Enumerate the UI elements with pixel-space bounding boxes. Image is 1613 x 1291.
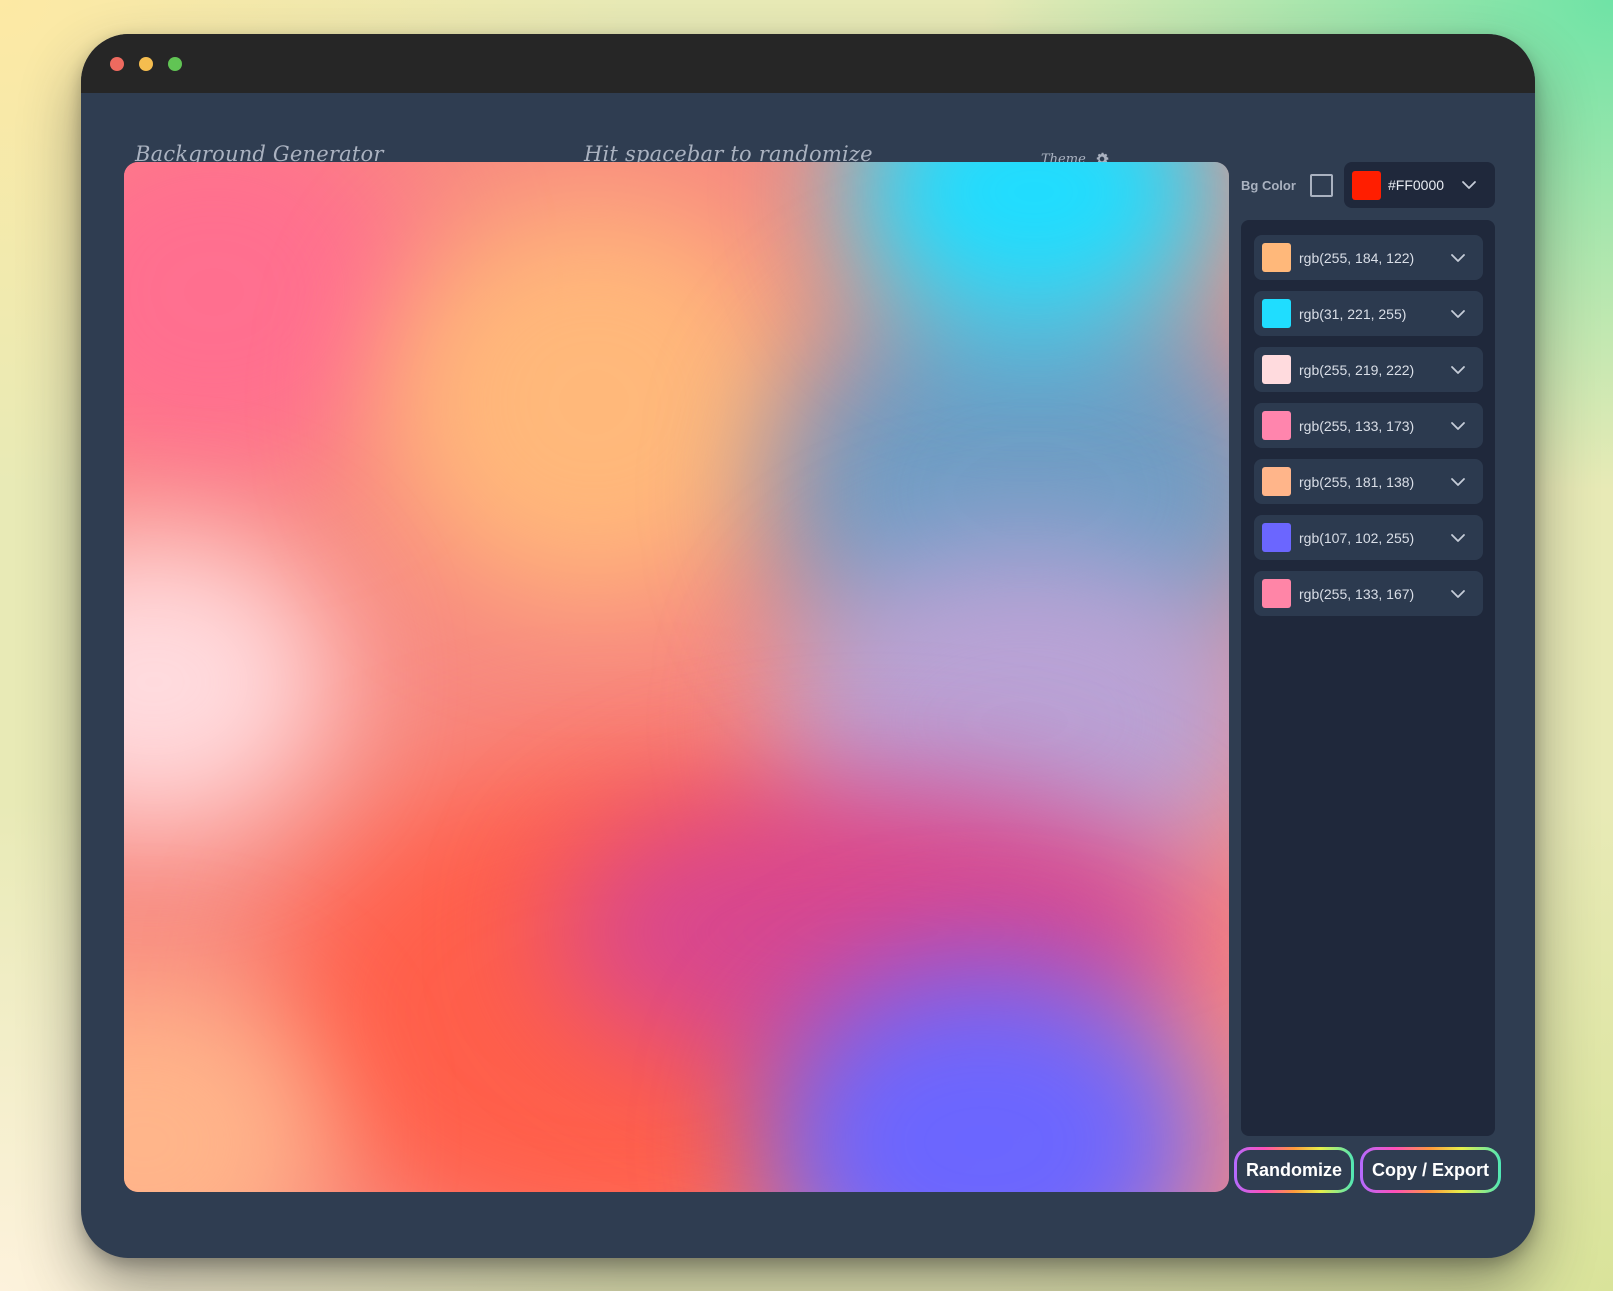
copy-export-button-label: Copy / Export xyxy=(1363,1150,1498,1190)
color-swatch xyxy=(1262,523,1291,552)
color-stop-dropdown[interactable]: rgb(255, 184, 122) xyxy=(1254,235,1483,280)
bg-color-value: #FF0000 xyxy=(1388,177,1445,193)
gradient-blob xyxy=(124,162,424,482)
color-value: rgb(255, 133, 167) xyxy=(1299,585,1415,602)
bg-color-swatch xyxy=(1352,170,1381,200)
color-stop-dropdown[interactable]: rgb(255, 219, 222) xyxy=(1254,347,1483,392)
bg-color-checkbox[interactable] xyxy=(1310,173,1333,197)
chevron-down-icon xyxy=(1449,249,1467,267)
color-stop-dropdown[interactable]: rgb(255, 181, 138) xyxy=(1254,459,1483,504)
zoom-window-button[interactable] xyxy=(168,57,182,71)
color-value: rgb(255, 184, 122) xyxy=(1299,249,1415,266)
app-window: Background Generator Hit spacebar to ran… xyxy=(81,34,1535,1258)
chevron-down-icon xyxy=(1449,417,1467,435)
close-window-button[interactable] xyxy=(110,57,124,71)
minimize-window-button[interactable] xyxy=(139,57,153,71)
color-swatch xyxy=(1262,467,1291,496)
color-stop-dropdown[interactable]: rgb(255, 133, 173) xyxy=(1254,403,1483,448)
color-value: rgb(255, 181, 138) xyxy=(1299,473,1415,490)
bg-color-control: Bg Color #FF0000 xyxy=(1241,162,1498,208)
color-swatch xyxy=(1262,579,1291,608)
copy-export-button[interactable]: Copy / Export xyxy=(1360,1147,1501,1193)
color-value: rgb(107, 102, 255) xyxy=(1299,529,1415,546)
color-value: rgb(255, 133, 173) xyxy=(1299,417,1415,434)
color-swatch xyxy=(1262,355,1291,384)
color-value: rgb(31, 221, 255) xyxy=(1299,305,1407,322)
bg-color-dropdown[interactable]: #FF0000 xyxy=(1344,162,1495,208)
color-list-panel: rgb(255, 184, 122) rgb(31, 221, 255) rgb(2… xyxy=(1241,220,1495,1136)
color-value: rgb(255, 219, 222) xyxy=(1299,361,1415,378)
gradient-blob xyxy=(124,532,334,832)
color-swatch xyxy=(1262,299,1291,328)
color-stop-dropdown[interactable]: rgb(31, 221, 255) xyxy=(1254,291,1483,336)
chevron-down-icon xyxy=(1449,305,1467,323)
color-stop-dropdown[interactable]: rgb(107, 102, 255) xyxy=(1254,515,1483,560)
color-swatch xyxy=(1262,243,1291,272)
chevron-down-icon xyxy=(1449,529,1467,547)
title-bar xyxy=(81,34,1535,93)
randomize-button-label: Randomize xyxy=(1237,1150,1351,1190)
color-stop-dropdown[interactable]: rgb(255, 133, 167) xyxy=(1254,571,1483,616)
gradient-blob xyxy=(384,202,804,602)
chevron-down-icon xyxy=(1449,585,1467,603)
randomize-button[interactable]: Randomize xyxy=(1234,1147,1354,1193)
chevron-down-icon xyxy=(1449,473,1467,491)
chevron-down-icon xyxy=(1460,176,1478,194)
bg-color-label: Bg Color xyxy=(1241,177,1296,193)
color-swatch xyxy=(1262,411,1291,440)
chevron-down-icon xyxy=(1449,361,1467,379)
gradient-preview xyxy=(124,162,1229,1192)
